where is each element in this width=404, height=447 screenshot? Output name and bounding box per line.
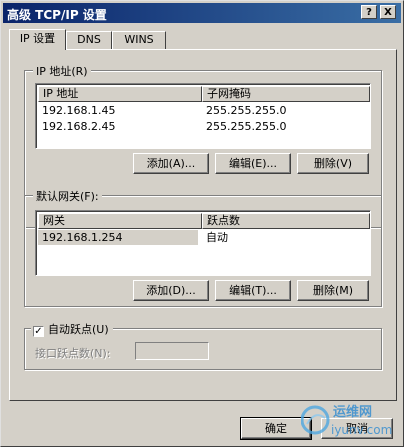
auto-metric-checkbox[interactable]: ✓: [33, 326, 44, 337]
gateway-cell: 192.168.1.254: [38, 230, 198, 245]
tab-ip-settings[interactable]: IP 设置: [9, 29, 66, 50]
mask-cell: 255.255.255.0: [206, 120, 287, 133]
gateway-legend: 默认网关(F):: [33, 188, 102, 204]
ip-cell: 192.168.1.45: [42, 104, 116, 117]
help-icon: ?: [366, 7, 372, 18]
gateway-list[interactable]: 网关 跃点数 192.168.1.254 自动: [35, 210, 371, 276]
advanced-tcpip-dialog: 高级 TCP/IP 设置 ? X IP 设置 DNS WINS IP 地址(R)…: [0, 0, 404, 447]
column-gateway[interactable]: 网关: [38, 213, 202, 229]
tab-panel-ip-settings: IP 地址(R) IP 地址 子网掩码 192.168.1.45 255.255…: [9, 49, 397, 401]
delete-gateway-button[interactable]: 删除(M): [297, 280, 369, 301]
interface-metric-label: 接口跃点数(N):: [35, 347, 111, 360]
list-item[interactable]: 192.168.1.254 自动: [38, 230, 368, 245]
add-gateway-button[interactable]: 添加(D)...: [133, 280, 209, 301]
close-icon: X: [384, 7, 392, 18]
auto-metric-legend: ✓ 自动跃点(U): [31, 321, 113, 337]
column-subnet-mask[interactable]: 子网掩码: [202, 86, 370, 102]
tab-dns[interactable]: DNS: [66, 31, 112, 49]
close-button[interactable]: X: [380, 5, 396, 19]
column-ip-address[interactable]: IP 地址: [38, 86, 202, 102]
title-bar: 高级 TCP/IP 设置 ? X: [3, 3, 401, 23]
ip-address-legend: IP 地址(R): [33, 63, 91, 79]
ip-list-header: IP 地址 子网掩码: [38, 86, 370, 102]
list-item[interactable]: 192.168.2.45 255.255.255.0: [38, 119, 368, 134]
window-title: 高级 TCP/IP 设置: [7, 8, 107, 22]
ip-address-list[interactable]: IP 地址 子网掩码 192.168.1.45 255.255.255.0 19…: [35, 83, 371, 149]
edit-gateway-button[interactable]: 编辑(T)...: [215, 280, 291, 301]
metric-group: ✓ 自动跃点(U) 接口跃点数(N):: [24, 321, 382, 370]
delete-ip-button[interactable]: 删除(V): [297, 153, 369, 174]
tab-wins[interactable]: WINS: [112, 31, 166, 49]
watermark-logo: 运维网 iyunv.com: [300, 400, 397, 440]
mask-cell: 255.255.255.0: [206, 104, 287, 117]
watermark-cn: 运维网: [333, 404, 372, 420]
interface-metric-input: [135, 342, 209, 360]
watermark-globe-icon: 运维网 iyunv.com: [300, 404, 392, 437]
ip-cell: 192.168.2.45: [42, 120, 116, 133]
default-gateway-group: 默认网关(F): 网关 跃点数 192.168.1.254 自动 添加(D)..…: [24, 188, 382, 307]
gateway-list-header: 网关 跃点数: [38, 213, 370, 229]
metric-cell: 自动: [206, 231, 228, 244]
edit-ip-button[interactable]: 编辑(E)...: [215, 153, 291, 174]
help-button[interactable]: ?: [361, 5, 377, 19]
column-metric[interactable]: 跃点数: [202, 213, 370, 229]
watermark-url: iyunv.com: [331, 423, 392, 437]
add-ip-button[interactable]: 添加(A)...: [133, 153, 209, 174]
auto-metric-label[interactable]: 自动跃点(U): [48, 323, 109, 336]
list-item[interactable]: 192.168.1.45 255.255.255.0: [38, 103, 368, 118]
